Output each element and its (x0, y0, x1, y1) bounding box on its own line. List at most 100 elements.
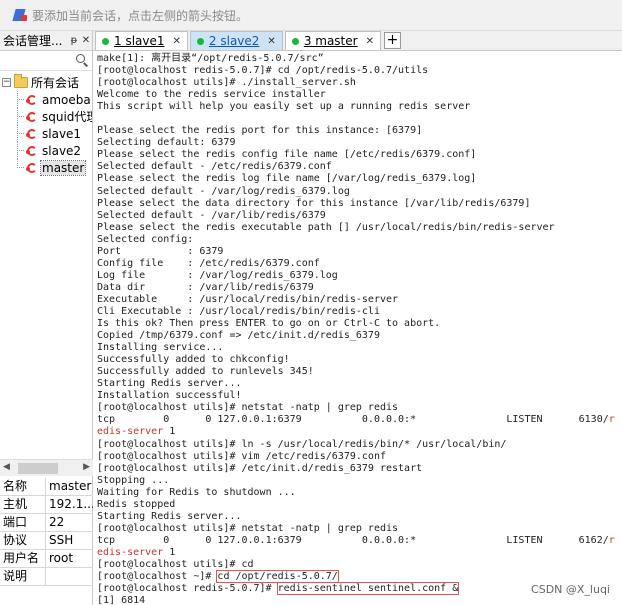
session-icon (25, 127, 39, 141)
session-item-slave2[interactable]: slave2 (0, 142, 92, 159)
terminal-line: [root@localhost redis-5.0.7]# cd /opt/re… (97, 65, 429, 77)
terminal-output[interactable]: make[1]: 离开目录“/opt/redis-5.0.7/src” [root… (93, 51, 622, 605)
session-manager-title: 会话管理... (3, 34, 63, 48)
terminal-line: Waiting for Redis to shutdown ... (97, 486, 296, 498)
tab-close-icon[interactable]: ✕ (366, 36, 374, 47)
session-manager-header: 会话管理... ᵽ ✕ (0, 31, 92, 51)
terminal-line: Selected default - /var/log/redis_6379.l… (97, 185, 350, 197)
tab-label: 2 slave2 (208, 34, 260, 48)
connected-status-icon (291, 37, 299, 45)
terminal-line: Stopping ... (97, 474, 170, 486)
terminal-line: Starting Redis server... (97, 378, 242, 390)
add-tab-button[interactable]: + (383, 32, 401, 49)
scrollbar-thumb[interactable] (18, 463, 58, 474)
terminal-line: Selected config: (97, 233, 194, 245)
tab-slave1[interactable]: 1 slave1 ✕ (95, 31, 188, 50)
terminal-line: Installing service... (97, 342, 224, 354)
property-key: 协议 (0, 532, 46, 549)
session-tree: − 所有会话 amoeba squid代理 slave1 slave2 m (0, 71, 92, 176)
terminal-line: Port : 6379 (97, 245, 224, 257)
scroll-right-icon[interactable]: ▶ (83, 462, 90, 472)
session-tabs: 1 slave1 ✕ 2 slave2 ✕ 3 master ✕ + (93, 31, 622, 51)
watermark: CSDN @X_luqi (529, 583, 612, 596)
property-value[interactable] (46, 568, 93, 585)
tree-root-all-sessions[interactable]: − 所有会话 (0, 74, 92, 91)
terminal-line: Redis stopped (97, 498, 176, 510)
scroll-left-icon[interactable]: ◀ (3, 462, 10, 472)
terminal-line: tcp 0 0 127.0.0.1:6379 0.0.0.0:* LISTEN … (97, 414, 615, 426)
terminal-line: edis-server 1 (97, 426, 176, 438)
session-search-input[interactable] (0, 51, 92, 71)
session-icon (25, 161, 39, 175)
terminal-line: [root@localhost utils]# cd (97, 558, 254, 570)
terminal-line: Please select the redis log file name [/… (97, 173, 477, 185)
tab-slave2[interactable]: 2 slave2 ✕ (189, 31, 283, 50)
session-icon (25, 93, 39, 107)
session-item-master[interactable]: master (0, 159, 92, 176)
session-item-label: master (39, 159, 87, 176)
terminal-line: [root@localhost utils]# ln -s /usr/local… (97, 438, 507, 450)
property-row: 协议 SSH (0, 532, 93, 550)
terminal-line: Copied /tmp/6379.conf => /etc/init.d/red… (97, 330, 380, 342)
tab-label: 1 slave1 (114, 34, 165, 48)
property-value[interactable]: 192.1... (46, 496, 93, 513)
pin-icon[interactable]: ᵽ (68, 35, 80, 46)
terminal-line: Cli Executable : /usr/local/redis/bin/re… (97, 305, 380, 317)
terminal-line: This script will help you easily set up … (97, 101, 471, 113)
hint-text: 要添加当前会话，点击左侧的箭头按钮。 (32, 8, 249, 23)
tree-root-label: 所有会话 (31, 76, 80, 90)
tab-master[interactable]: 3 master ✕ (284, 31, 381, 50)
property-value[interactable]: root (46, 550, 93, 567)
tab-close-icon[interactable]: ✕ (267, 36, 275, 47)
terminal-line: Selected default - /var/lib/redis/6379 (97, 209, 326, 221)
connected-status-icon (102, 37, 109, 45)
terminal-line: Is this ok? Then press ENTER to go on or… (97, 318, 441, 330)
terminal-line: Config file : /etc/redis/6379.conf (97, 257, 320, 269)
terminal-line: Successfully added to chkconfig! (97, 354, 290, 366)
terminal-line: Welcome to the redis service installer (97, 89, 326, 101)
terminal-line: Starting Redis server... (97, 510, 242, 522)
session-item-amoeba[interactable]: amoeba (0, 91, 92, 108)
terminal-line: [root@localhost utils]# /etc/init.d/redi… (97, 462, 423, 474)
pen-icon (12, 7, 28, 23)
close-icon[interactable]: ✕ (80, 35, 92, 46)
property-row: 说明 (0, 568, 93, 586)
terminal-line: Please select the redis executable path … (97, 221, 555, 233)
terminal-line: [root@localhost utils]# vim /etc/redis/6… (97, 450, 386, 462)
search-icon[interactable] (76, 54, 89, 67)
terminal-line: Successfully added to runlevels 345! (97, 366, 314, 378)
session-item-squid[interactable]: squid代理 (0, 108, 92, 125)
session-manager-panel: 会话管理... ᵽ ✕ − 所有会话 amoeba squid代理 slave1 (0, 31, 93, 605)
property-row: 名称 master (0, 478, 93, 496)
session-properties: 名称 master 主机 192.1... 端口 22 协议 SSH 用户名 r… (0, 478, 93, 586)
tab-close-icon[interactable]: ✕ (173, 36, 181, 47)
terminal-line: Installation successful! (97, 390, 242, 402)
terminal-line: [root@localhost utils]# netstat -natp | … (97, 522, 399, 534)
property-value[interactable]: master (46, 478, 93, 495)
session-item-label: amoeba (42, 92, 91, 107)
property-key: 用户名 (0, 550, 46, 567)
connected-status-icon (196, 37, 204, 45)
terminal-line: [root@localhost ~]# cd /opt/redis-5.0.7/ (97, 570, 339, 584)
terminal-line: Please select the redis port for this in… (97, 125, 423, 137)
property-value[interactable]: 22 (46, 514, 93, 531)
terminal-line: tcp 0 0 127.0.0.1:6379 0.0.0.0:* LISTEN … (97, 534, 615, 546)
property-value[interactable]: SSH (46, 532, 93, 549)
session-item-label: squid代理 (42, 110, 92, 124)
property-row: 主机 192.1... (0, 496, 93, 514)
terminal-line: Selected default - /etc/redis/6379.conf (97, 161, 332, 173)
terminal-line: [root@localhost utils]# netstat -natp | … (97, 402, 399, 414)
terminal-line: make[1]: 离开目录“/opt/redis-5.0.7/src” (97, 53, 324, 64)
session-icon (25, 110, 39, 124)
terminal-line: Please select the data directory for thi… (97, 197, 531, 209)
session-icon (25, 144, 39, 158)
collapse-icon[interactable]: − (2, 78, 11, 87)
terminal-line: Log file : /var/log/redis_6379.log (97, 269, 338, 281)
property-key: 主机 (0, 496, 46, 513)
folder-icon (14, 74, 28, 88)
horizontal-scrollbar[interactable]: ◀ ▶ (0, 459, 93, 476)
session-item-slave1[interactable]: slave1 (0, 125, 92, 142)
property-row: 用户名 root (0, 550, 93, 568)
property-key: 名称 (0, 478, 46, 495)
